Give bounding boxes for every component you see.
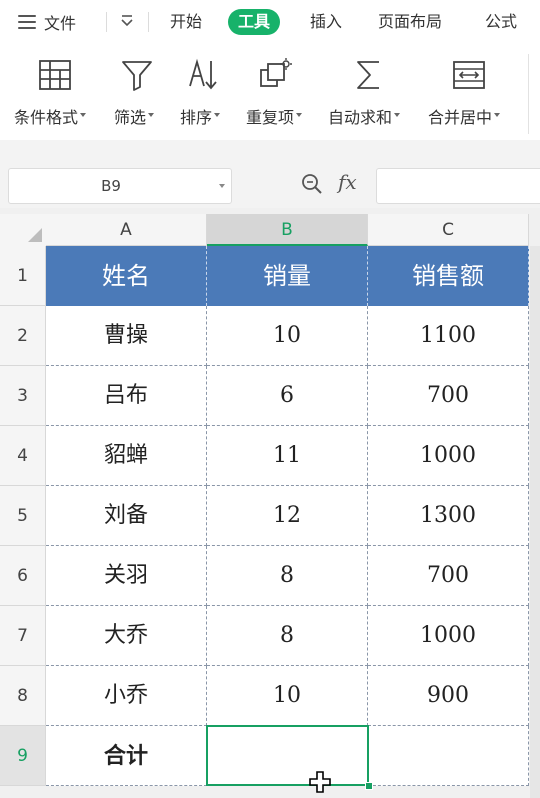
- cell-c8[interactable]: 900: [368, 666, 529, 726]
- name-box[interactable]: B9: [8, 168, 232, 204]
- duplicates-icon: [260, 58, 292, 87]
- cell-a4[interactable]: 貂蝉: [46, 426, 207, 486]
- sort-button[interactable]: 排序: [180, 58, 232, 128]
- ribbon-divider: [528, 54, 529, 134]
- vertical-scrollbar[interactable]: [530, 246, 540, 798]
- filter-icon: [122, 61, 152, 91]
- cell-b8[interactable]: 10: [207, 666, 368, 726]
- ribbon-toolbar: 条件格式 筛选 排序 重复项 自动求和 合并居中: [0, 44, 540, 140]
- menu-divider: [148, 12, 149, 32]
- filter-label: 筛选: [114, 108, 147, 127]
- cell-c6[interactable]: 700: [368, 546, 529, 606]
- dropdown-caret-icon: [296, 112, 303, 117]
- cell-c9[interactable]: [368, 726, 529, 786]
- dropdown-caret-icon: [494, 112, 501, 117]
- select-all-icon: [28, 228, 42, 242]
- cell-b2[interactable]: 10: [207, 306, 368, 366]
- merge-center-icon: [453, 61, 485, 89]
- cell-a2[interactable]: 曹操: [46, 306, 207, 366]
- hamburger-menu-icon: [18, 15, 36, 29]
- name-box-value: B9: [101, 177, 121, 195]
- column-header-c[interactable]: C: [368, 214, 529, 246]
- name-box-dropdown-icon[interactable]: [219, 184, 225, 188]
- spreadsheet-grid: A B C 1 姓名 销量 销售额 2 曹操 10 1100 3 吕布 6 700 4 貂蝉 11 1000 5 刘备 1…: [0, 208, 540, 798]
- tab-insert[interactable]: 插入: [310, 11, 342, 33]
- formula-bar: B9 fx: [0, 164, 540, 208]
- duplicates-label: 重复项: [246, 108, 295, 127]
- cell-a9[interactable]: 合计: [46, 726, 207, 786]
- insert-function-button[interactable]: fx: [338, 170, 357, 194]
- sort-icon: [189, 58, 217, 90]
- sort-label: 排序: [180, 108, 213, 127]
- cell-b7[interactable]: 8: [207, 606, 368, 666]
- file-menu-label: 文件: [44, 14, 77, 33]
- filter-button[interactable]: 筛选: [114, 58, 166, 128]
- menu-bar: 文件 开始 工具 插入 页面布局 公式: [0, 0, 540, 44]
- column-header-b[interactable]: B: [207, 214, 368, 246]
- tab-page-layout[interactable]: 页面布局: [378, 11, 442, 33]
- row-header-6[interactable]: 6: [0, 546, 46, 606]
- cell-b3[interactable]: 6: [207, 366, 368, 426]
- dropdown-caret-icon: [148, 112, 155, 117]
- cell-b9[interactable]: [207, 726, 368, 786]
- conditional-format-icon: [39, 60, 71, 90]
- cell-c5[interactable]: 1300: [368, 486, 529, 546]
- dropdown-caret-icon: [394, 112, 401, 117]
- tab-tools[interactable]: 工具: [228, 9, 281, 35]
- cell-a5[interactable]: 刘备: [46, 486, 207, 546]
- tab-formulas[interactable]: 公式: [485, 11, 517, 33]
- zoom-icon[interactable]: [300, 172, 324, 196]
- cell-c7[interactable]: 1000: [368, 606, 529, 666]
- conditional-format-label: 条件格式: [14, 108, 79, 127]
- duplicates-button[interactable]: 重复项: [246, 58, 314, 128]
- cell-a3[interactable]: 吕布: [46, 366, 207, 426]
- cell-a7[interactable]: 大乔: [46, 606, 207, 666]
- cell-a6[interactable]: 关羽: [46, 546, 207, 606]
- cell-c3[interactable]: 700: [368, 366, 529, 426]
- row-header-2[interactable]: 2: [0, 306, 46, 366]
- row-header-1[interactable]: 1: [0, 246, 46, 306]
- toolbar-gap: [0, 140, 540, 164]
- cell-c1[interactable]: 销售额: [368, 246, 529, 306]
- dropdown-caret-icon: [214, 112, 221, 117]
- merge-center-button[interactable]: 合并居中: [428, 58, 514, 128]
- row-header-7[interactable]: 7: [0, 606, 46, 666]
- file-menu[interactable]: 文件: [18, 10, 76, 34]
- fill-handle[interactable]: [365, 782, 373, 790]
- dropdown-caret-icon: [80, 112, 87, 117]
- cell-b4[interactable]: 11: [207, 426, 368, 486]
- cell-a1[interactable]: 姓名: [46, 246, 207, 306]
- row-header-8[interactable]: 8: [0, 666, 46, 726]
- select-all-corner[interactable]: [0, 214, 47, 247]
- formula-input[interactable]: [376, 168, 540, 204]
- tab-start[interactable]: 开始: [170, 11, 202, 33]
- cell-a8[interactable]: 小乔: [46, 666, 207, 726]
- sum-icon: [357, 61, 379, 89]
- autosum-label: 自动求和: [328, 108, 393, 127]
- cell-c2[interactable]: 1100: [368, 306, 529, 366]
- merge-center-label: 合并居中: [428, 108, 493, 127]
- row-header-4[interactable]: 4: [0, 426, 46, 486]
- cell-c4[interactable]: 1000: [368, 426, 529, 486]
- autosum-button[interactable]: 自动求和: [328, 58, 414, 128]
- cell-b6[interactable]: 8: [207, 546, 368, 606]
- conditional-format-button[interactable]: 条件格式: [14, 58, 100, 128]
- cell-b5[interactable]: 12: [207, 486, 368, 546]
- row-header-3[interactable]: 3: [0, 366, 46, 426]
- row-header-5[interactable]: 5: [0, 486, 46, 546]
- menu-divider: [106, 12, 107, 32]
- column-header-a[interactable]: A: [46, 214, 207, 246]
- row-header-9[interactable]: 9: [0, 726, 46, 786]
- collapse-ribbon-icon[interactable]: [118, 12, 136, 30]
- cell-b1[interactable]: 销量: [207, 246, 368, 306]
